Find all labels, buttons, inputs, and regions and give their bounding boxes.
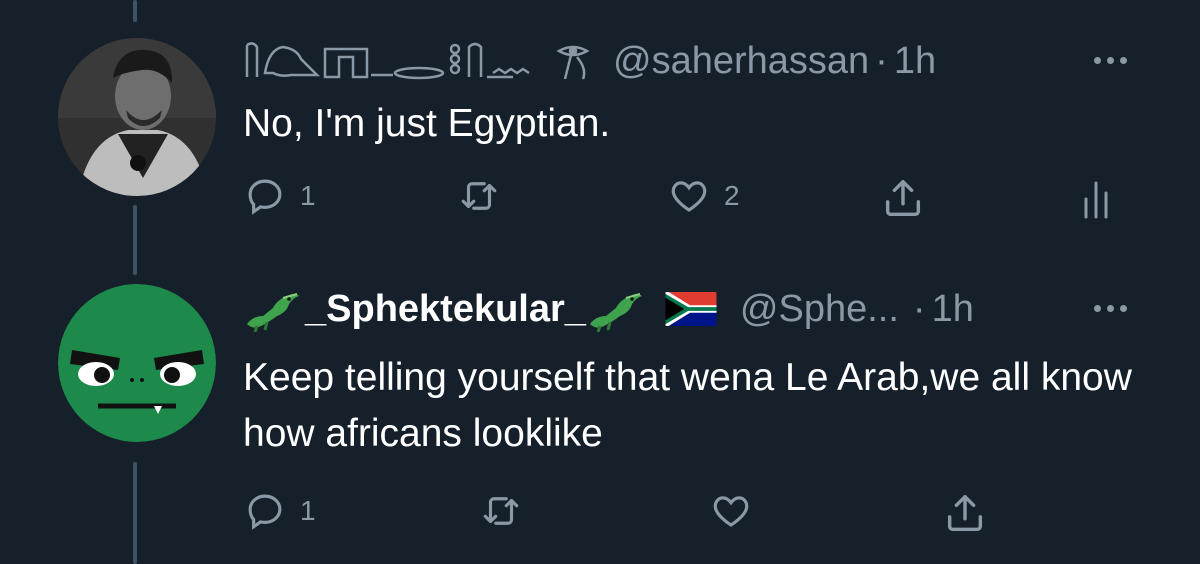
green-angry-face-icon [58,284,216,442]
like-count: 2 [724,180,740,211]
person-photo-icon [58,38,216,196]
share-button[interactable] [942,490,988,536]
reply-button[interactable]: 1 [244,490,316,532]
display-name[interactable]: _Sphektekular_ [305,288,586,331]
reply-icon [248,494,282,530]
separator: · [875,39,888,82]
like-button[interactable]: 2 [668,175,740,217]
dot-icon [1107,57,1114,64]
heart-icon [671,181,707,212]
retweet-button[interactable] [480,490,522,532]
timestamp[interactable]: 1h [894,40,936,83]
retweet-icon [483,497,519,525]
reply-count: 1 [300,180,316,211]
tweet[interactable]: @saherhassan · 1h No, I'm just Egyptian.… [0,0,1200,250]
analytics-button[interactable] [1082,179,1112,219]
tweet-text: Keep telling yourself that wena Le Arab,… [243,356,1132,455]
action-bar: 1 2 [0,175,1200,225]
share-button[interactable] [880,175,926,221]
share-icon [885,179,921,217]
display-name[interactable] [243,39,603,83]
crocodile-icon [589,293,642,332]
reply-icon [248,179,282,215]
avatar[interactable] [58,284,216,442]
handle[interactable]: @saherhassan [613,40,869,83]
dot-icon [1094,305,1101,312]
reply-count: 1 [300,495,316,526]
tweet-header: @saherhassan · 1h [243,36,936,86]
timestamp[interactable]: 1h [932,288,974,331]
retweet-button[interactable] [458,175,500,217]
reply-button[interactable]: 1 [244,175,316,217]
retweet-icon [461,182,497,210]
tweet-text: No, I'm just Egyptian. [243,102,611,145]
dot-icon [1120,305,1127,312]
share-icon [947,494,983,532]
action-bar: 1 [0,490,1200,540]
like-button[interactable] [710,490,752,532]
tweet[interactable]: _Sphektekular_ @Sphe... · 1h Keep tellin… [0,250,1200,564]
heart-icon [713,496,749,527]
analytics-icon [1084,181,1108,219]
separator: · [912,287,926,330]
hieroglyph-name-icon [245,42,590,80]
dot-icon [1107,305,1114,312]
tweet-header: _Sphektekular_ @Sphe... · 1h [243,284,974,334]
dot-icon [1120,57,1127,64]
more-options-button[interactable] [1094,305,1127,312]
handle[interactable]: @Sphe... [740,288,899,331]
south-africa-flag-icon [665,292,717,326]
avatar[interactable] [58,38,216,196]
dot-icon [1094,57,1101,64]
more-options-button[interactable] [1094,57,1127,64]
crocodile-icon [247,293,299,332]
